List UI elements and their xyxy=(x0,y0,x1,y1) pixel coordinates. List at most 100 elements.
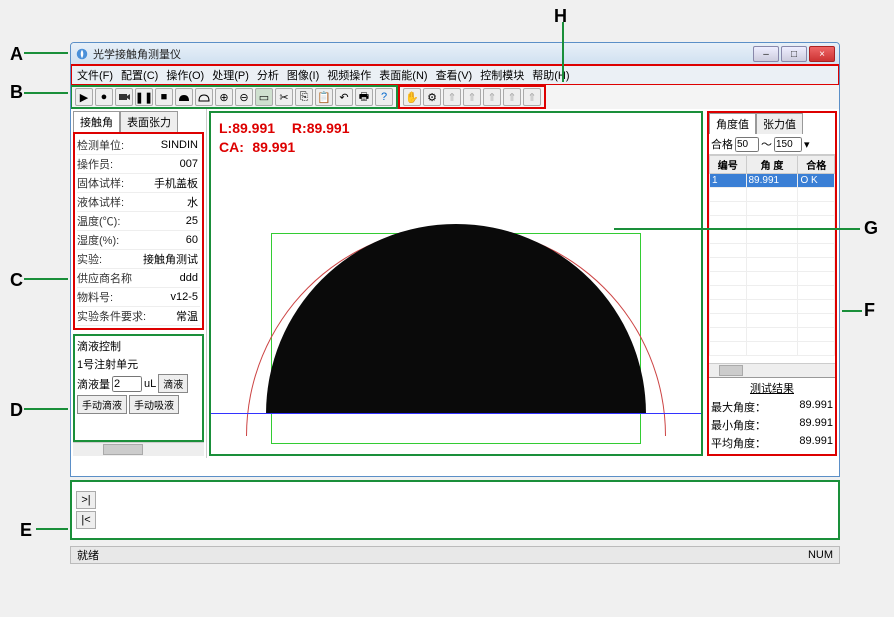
annotation-a: A xyxy=(10,44,23,65)
thumbnail-strip: >| |< xyxy=(70,480,840,540)
table-row[interactable] xyxy=(710,272,835,286)
menu-help[interactable]: 帮助(H) xyxy=(528,67,573,83)
stop-icon[interactable]: ■ xyxy=(155,88,173,106)
minimize-button[interactable]: – xyxy=(753,46,779,62)
menu-file[interactable]: 文件(F) xyxy=(73,67,117,83)
syringe2-icon[interactable]: ⇑ xyxy=(463,88,481,106)
left-scrollbar[interactable] xyxy=(73,442,204,456)
status-ready: 就绪 xyxy=(77,547,99,563)
dose-control-panel: 滴液控制 1号注射单元 滴液量 uL 滴液 手动滴液 手动吸液 xyxy=(73,334,204,442)
min-angle-label: 最小角度： xyxy=(711,417,766,433)
menu-config[interactable]: 配置(C) xyxy=(117,67,162,83)
lbl-conditions: 实验条件要求: xyxy=(77,308,146,324)
max-angle-label: 最大角度： xyxy=(711,399,766,415)
syringe5-icon[interactable]: ⇑ xyxy=(523,88,541,106)
maximize-button[interactable]: □ xyxy=(781,46,807,62)
table-row[interactable] xyxy=(710,286,835,300)
tab-contact-angle[interactable]: 接触角 xyxy=(73,111,120,132)
gear-icon[interactable]: ⚙ xyxy=(423,88,441,106)
annotation-b: B xyxy=(10,82,23,103)
play-icon[interactable]: ▶ xyxy=(75,88,93,106)
tab-angle-values[interactable]: 角度值 xyxy=(709,113,756,134)
val-operator: 007 xyxy=(180,158,200,170)
table-row[interactable] xyxy=(710,342,835,356)
val-material: v12-5 xyxy=(170,291,200,303)
baseline xyxy=(211,413,701,414)
table-row[interactable] xyxy=(710,188,835,202)
results-title: 测试结果 xyxy=(711,380,833,396)
lbl-operator: 操作员: xyxy=(77,156,113,172)
crosshair-icon[interactable]: ⊕ xyxy=(215,88,233,106)
table-row[interactable] xyxy=(710,300,835,314)
table-row[interactable] xyxy=(710,328,835,342)
filter-pass-label: 合格 xyxy=(711,136,733,152)
val-supplier: ddd xyxy=(180,272,200,284)
chevron-down-icon[interactable]: ▾ xyxy=(804,138,810,151)
filter-max-input[interactable] xyxy=(774,137,802,152)
annotation-g: G xyxy=(864,218,878,239)
copy-icon[interactable]: ⎘ xyxy=(295,88,313,106)
droplet-dark-icon[interactable] xyxy=(175,88,193,106)
droplet-outline-icon[interactable] xyxy=(195,88,213,106)
dose-unit: uL xyxy=(144,378,156,390)
menu-image[interactable]: 图像(I) xyxy=(283,67,323,83)
pause-icon[interactable]: ❚❚ xyxy=(135,88,153,106)
min-angle-value: 89.991 xyxy=(799,417,833,433)
cut-icon[interactable]: ✂ xyxy=(275,88,293,106)
menu-control[interactable]: 控制模块 xyxy=(476,67,528,83)
col-angle: 角 度 xyxy=(746,156,798,174)
avg-angle-value: 89.991 xyxy=(799,435,833,451)
titlebar[interactable]: 光学接触角测量仪 – □ × xyxy=(71,43,839,65)
next-frame-button[interactable]: >| xyxy=(76,491,96,509)
menu-analyze[interactable]: 分析 xyxy=(253,67,283,83)
syringe1-icon[interactable]: ⇑ xyxy=(443,88,461,106)
manual-drop-button[interactable]: 手动滴液 xyxy=(77,395,127,414)
syringe4-icon[interactable]: ⇑ xyxy=(503,88,521,106)
record-icon[interactable]: ● xyxy=(95,88,113,106)
test-results: 测试结果 最大角度：89.991 最小角度：89.991 平均角度：89.991 xyxy=(709,377,835,454)
table-row[interactable] xyxy=(710,230,835,244)
camera-icon[interactable] xyxy=(115,88,133,106)
lbl-material: 物料号: xyxy=(77,289,113,305)
manual-suck-button[interactable]: 手动吸液 xyxy=(129,395,179,414)
val-humidity: 60 xyxy=(186,234,200,246)
dose-header: 滴液控制 xyxy=(77,338,200,354)
tab-surface-tension[interactable]: 表面张力 xyxy=(120,111,178,132)
select-icon[interactable]: ▭ xyxy=(255,88,273,106)
dose-amount-input[interactable] xyxy=(112,376,142,392)
dose-amount-label: 滴液量 xyxy=(77,376,110,392)
paste-icon[interactable]: 📋 xyxy=(315,88,333,106)
table-row[interactable] xyxy=(710,244,835,258)
tab-tension-values[interactable]: 张力值 xyxy=(756,113,803,134)
menu-operate[interactable]: 操作(O) xyxy=(162,67,208,83)
statusbar: 就绪 NUM xyxy=(70,546,840,564)
target-icon[interactable]: ⊖ xyxy=(235,88,253,106)
menu-process[interactable]: 处理(P) xyxy=(208,67,253,83)
val-liquid: 水 xyxy=(187,194,200,210)
print-icon[interactable]: 🖶 xyxy=(355,88,373,106)
close-button[interactable]: × xyxy=(809,46,835,62)
hand-icon[interactable]: ✋ xyxy=(403,88,421,106)
lbl-solid: 固体试样: xyxy=(77,175,124,191)
table-row[interactable] xyxy=(710,202,835,216)
syringe3-icon[interactable]: ⇑ xyxy=(483,88,501,106)
left-panel: 接触角 表面张力 检测单位:SINDIN 操作员:007 固体试样:手机盖板 液… xyxy=(71,109,207,458)
help-icon[interactable]: ? xyxy=(375,88,393,106)
undo-icon[interactable]: ↶ xyxy=(335,88,353,106)
menu-video[interactable]: 视频操作 xyxy=(323,67,375,83)
drop-button[interactable]: 滴液 xyxy=(158,374,188,393)
table-row[interactable] xyxy=(710,314,835,328)
table-row[interactable]: 1 89.991 O K xyxy=(710,174,835,188)
val-temp: 25 xyxy=(186,215,200,227)
filter-min-input[interactable] xyxy=(735,137,759,152)
val-solid: 手机盖板 xyxy=(154,175,200,191)
image-viewport[interactable]: L:89.991 R:89.991 CA: 89.991 xyxy=(209,111,703,456)
menu-surface[interactable]: 表面能(N) xyxy=(375,67,431,83)
prev-frame-button[interactable]: |< xyxy=(76,511,96,529)
table-scrollbar[interactable] xyxy=(709,363,835,377)
lbl-temp: 温度(℃): xyxy=(77,213,120,229)
lbl-supplier: 供应商名称 xyxy=(77,270,132,286)
menu-view[interactable]: 查看(V) xyxy=(432,67,477,83)
angle-table[interactable]: 编号 角 度 合格 1 89.991 O K xyxy=(709,154,835,363)
table-row[interactable] xyxy=(710,258,835,272)
